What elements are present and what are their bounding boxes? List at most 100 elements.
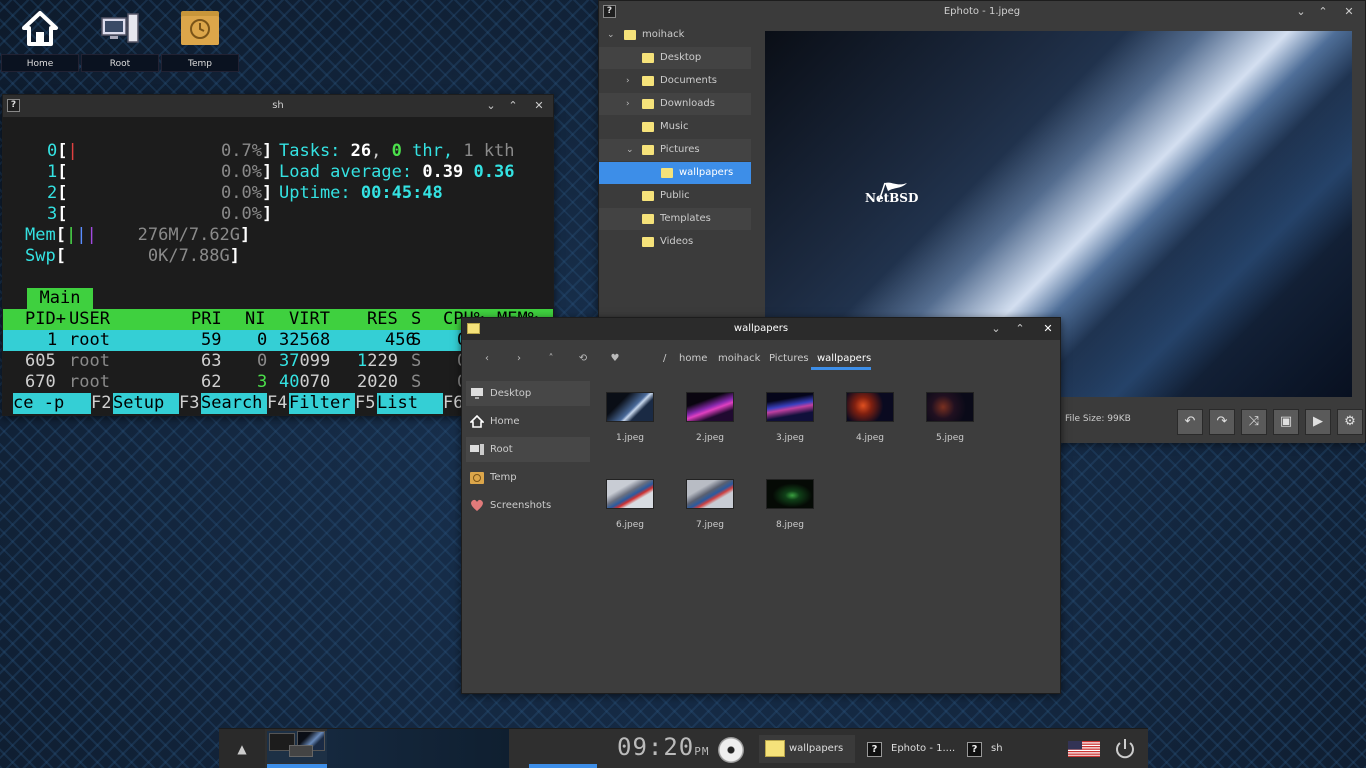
task-ephoto[interactable]: ? Ephoto - 1.... xyxy=(867,735,957,763)
ephoto-titlebar[interactable]: ? Ephoto - 1.jpeg ⌄ ⌃ ✕ xyxy=(599,1,1365,23)
file-item[interactable]: 7.jpeg xyxy=(670,475,750,555)
fkey-filter-button[interactable]: Filter xyxy=(289,393,355,414)
tree-item-moihack[interactable]: ⌄ moihack xyxy=(599,24,751,46)
sidebar-item-label: Home xyxy=(490,416,520,427)
us-flag-icon[interactable] xyxy=(1068,741,1100,757)
task-wallpapers[interactable]: wallpapers xyxy=(759,735,855,763)
tree-item-label: moihack xyxy=(642,29,685,40)
desktop-icon-home[interactable]: Home xyxy=(1,0,79,72)
fkey-setup-button[interactable]: Setup xyxy=(113,393,179,414)
folder-icon xyxy=(642,237,654,247)
load-average: Load average: 0.39 0.36 xyxy=(279,162,515,182)
folder-icon xyxy=(642,145,654,155)
sidebar-item-label: Root xyxy=(490,444,513,455)
tree-item-desktop[interactable]: Desktop xyxy=(599,47,751,69)
sidebar-item-screenshots[interactable]: Screenshots xyxy=(466,493,590,518)
fkey-list-button[interactable]: List xyxy=(377,393,443,414)
file-name: 1.jpeg xyxy=(615,433,645,443)
file-item[interactable]: 2.jpeg xyxy=(670,388,750,468)
window-title: wallpapers xyxy=(733,323,789,334)
maximize-icon[interactable]: ⌃ xyxy=(1315,1,1331,23)
heart-icon: ♥ xyxy=(610,353,620,364)
file-manager-window[interactable]: wallpapers ⌄ ⌃ ✕ ‹ › ˄ ⟲ ♥ / home moihac… xyxy=(461,317,1061,694)
chevron-down-icon[interactable]: ⌄ xyxy=(626,139,634,161)
tree-item-downloads[interactable]: › Downloads xyxy=(599,93,751,115)
tree-item-videos[interactable]: Videos xyxy=(599,231,751,253)
desktop-icon-temp[interactable]: Temp xyxy=(161,0,239,72)
maximize-icon[interactable]: ⌃ xyxy=(505,95,521,117)
tree-item-music[interactable]: Music xyxy=(599,116,751,138)
sidebar-item-root[interactable]: Root xyxy=(466,437,590,462)
pager-desktop-1[interactable] xyxy=(267,729,327,768)
file-item[interactable]: 5.jpeg xyxy=(910,388,990,468)
chevron-right-icon[interactable]: › xyxy=(626,70,630,92)
pager-desktop-2[interactable] xyxy=(327,729,509,768)
tree-item-templates[interactable]: Templates xyxy=(599,208,751,230)
save-icon: ▣ xyxy=(1279,414,1293,429)
minimize-icon[interactable]: ⌄ xyxy=(483,95,499,117)
power-icon[interactable] xyxy=(1113,737,1137,761)
maximize-icon[interactable]: ⌃ xyxy=(1012,318,1028,340)
sidebar-item-desktop[interactable]: Desktop xyxy=(466,381,590,406)
up-button[interactable]: ˄ xyxy=(540,350,562,368)
close-icon[interactable]: ✕ xyxy=(1341,1,1357,23)
tree-item-documents[interactable]: › Documents xyxy=(599,70,751,92)
file-manager-titlebar[interactable]: wallpapers ⌄ ⌃ ✕ xyxy=(462,318,1060,340)
fkey-search-button[interactable]: Search xyxy=(201,393,267,414)
slideshow-button[interactable]: ▶ xyxy=(1305,409,1331,435)
desktop-icon-root[interactable]: Root xyxy=(81,0,159,72)
taskbar-menu-button[interactable]: ▲ xyxy=(219,729,265,768)
chevron-right-icon[interactable]: › xyxy=(626,93,630,115)
folder-icon xyxy=(642,191,654,201)
folder-icon xyxy=(642,53,654,63)
terminal-titlebar[interactable]: ? sh ⌄ ⌃ ✕ xyxy=(3,95,553,117)
undo-button[interactable]: ↶ xyxy=(1177,409,1203,435)
file-item[interactable]: 1.jpeg xyxy=(590,388,670,468)
forward-button[interactable]: › xyxy=(508,350,530,368)
tree-item-label: Desktop xyxy=(660,52,702,63)
uptime: Uptime: 00:45:48 xyxy=(279,183,443,203)
gear-icon: ⚙ xyxy=(1344,414,1356,429)
file-item[interactable]: 8.jpeg xyxy=(750,475,830,555)
clock[interactable]: 09:20PM xyxy=(617,733,710,761)
breadcrumb-item[interactable]: home xyxy=(679,353,707,364)
file-item[interactable]: 4.jpeg xyxy=(830,388,910,468)
settings-button[interactable]: ⚙ xyxy=(1337,409,1363,435)
fkey-sort-button[interactable]: ce -p xyxy=(13,393,91,414)
favorite-button[interactable]: ♥ xyxy=(604,350,626,368)
home-icon xyxy=(470,415,484,428)
close-icon[interactable]: ✕ xyxy=(531,95,547,117)
file-item[interactable]: 6.jpeg xyxy=(590,475,670,555)
chevron-up-icon: ▲ xyxy=(237,742,247,756)
unknown-app-icon: ? xyxy=(867,742,882,757)
breadcrumb-item-current[interactable]: wallpapers xyxy=(817,353,871,364)
tree-item-wallpapers[interactable]: wallpapers xyxy=(599,162,751,184)
breadcrumb-item[interactable]: moihack xyxy=(718,353,760,364)
shuffle-button[interactable]: ⤨ xyxy=(1241,409,1267,435)
close-icon[interactable]: ✕ xyxy=(1040,318,1056,340)
breadcrumb-item[interactable]: / xyxy=(663,353,666,364)
folder-icon xyxy=(467,323,480,334)
tree-item-public[interactable]: Public xyxy=(599,185,751,207)
sidebar-item-home[interactable]: Home xyxy=(466,409,590,434)
tree-item-label: Music xyxy=(660,121,689,132)
refresh-button[interactable]: ⟲ xyxy=(572,350,594,368)
save-button[interactable]: ▣ xyxy=(1273,409,1299,435)
disc-icon[interactable] xyxy=(718,737,744,763)
chevron-down-icon[interactable]: ⌄ xyxy=(607,24,615,46)
tree-item-pictures[interactable]: ⌄ Pictures xyxy=(599,139,751,161)
file-item[interactable]: 3.jpeg xyxy=(750,388,830,468)
redo-button[interactable]: ↷ xyxy=(1209,409,1235,435)
clock-folder-icon xyxy=(470,472,484,484)
sidebar-item-temp[interactable]: Temp xyxy=(466,465,590,490)
breadcrumb-item[interactable]: Pictures xyxy=(769,353,809,364)
task-sh[interactable]: ? sh xyxy=(967,735,1027,763)
minimize-icon[interactable]: ⌄ xyxy=(1293,1,1309,23)
task-label: wallpapers xyxy=(789,743,844,754)
taskbar-gadget xyxy=(525,729,597,768)
folder-icon xyxy=(765,740,785,757)
back-button[interactable]: ‹ xyxy=(476,350,498,368)
htop-tab-main[interactable]: Main xyxy=(27,288,93,309)
minimize-icon[interactable]: ⌄ xyxy=(988,318,1004,340)
file-thumbnail xyxy=(846,392,894,422)
